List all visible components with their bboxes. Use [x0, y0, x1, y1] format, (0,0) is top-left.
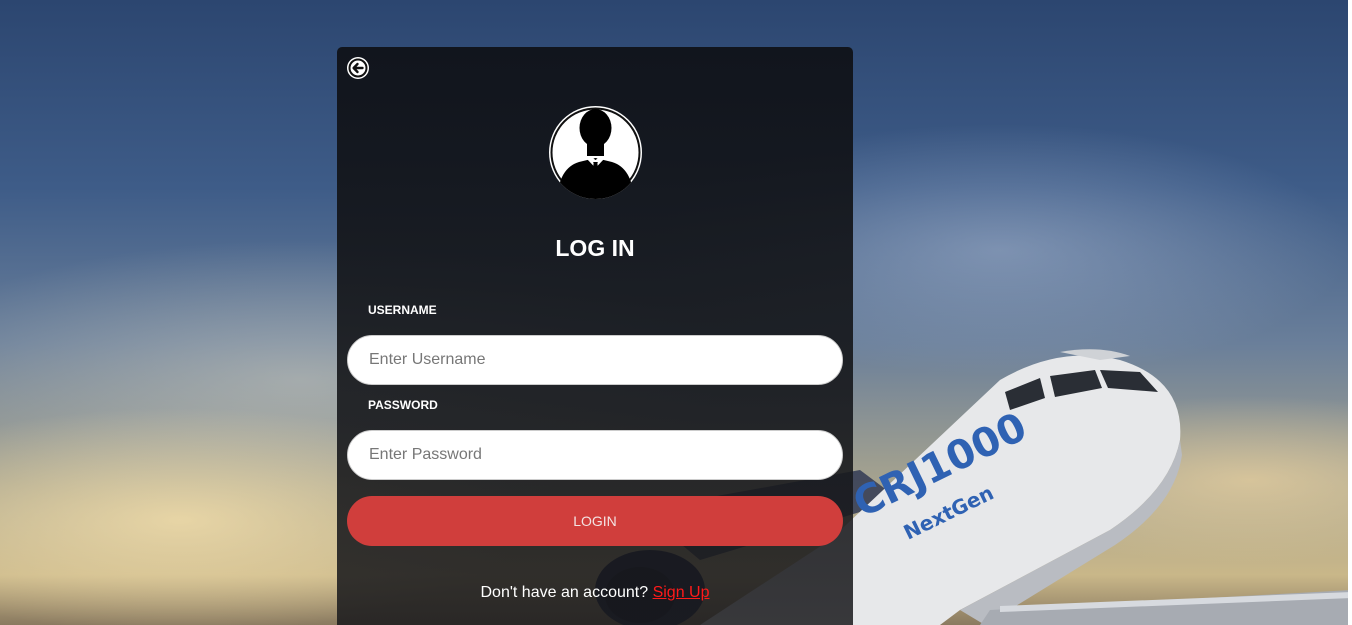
user-avatar-icon [550, 107, 641, 199]
login-card: LOG IN USERNAME PASSWORD LOGIN Don't hav… [337, 47, 853, 625]
signup-link[interactable]: Sign Up [653, 584, 710, 601]
page-title: LOG IN [555, 235, 635, 261]
signup-row: Don't have an account? Sign Up [337, 584, 853, 602]
username-input[interactable] [347, 335, 843, 385]
password-label: PASSWORD [368, 398, 438, 412]
signup-prompt: Don't have an account? [480, 584, 649, 601]
password-input[interactable] [347, 430, 843, 480]
username-label: USERNAME [368, 303, 437, 317]
page-edge [1348, 0, 1352, 625]
back-button[interactable] [347, 57, 369, 79]
user-avatar [549, 106, 642, 199]
login-button[interactable]: LOGIN [347, 496, 843, 546]
arrow-left-circle-icon [348, 58, 368, 78]
